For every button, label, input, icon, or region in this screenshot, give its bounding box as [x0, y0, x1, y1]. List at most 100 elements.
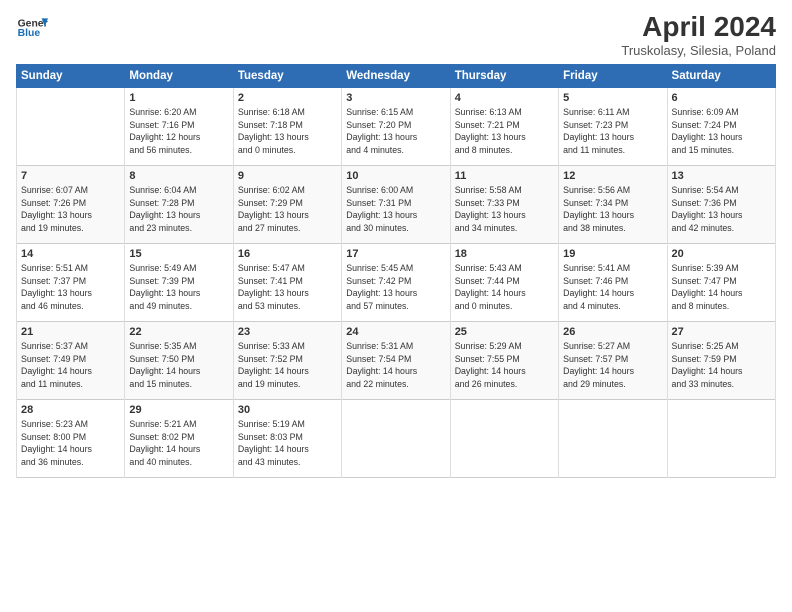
calendar-cell: 6Sunrise: 6:09 AM Sunset: 7:24 PM Daylig… [667, 87, 775, 165]
day-number: 16 [238, 248, 337, 260]
calendar-cell: 28 Sunrise: 5:23 AM Sunset: 8:00 PM Dayli… [17, 399, 125, 477]
calendar-cell: 19 Sunrise: 5:41 AM Sunset: 7:46 PM Dayli… [559, 243, 667, 321]
col-friday: Friday [559, 64, 667, 87]
header-row: Sunday Monday Tuesday Wednesday Thursday… [17, 64, 776, 87]
day-info: Sunrise: 6:00 AM Sunset: 7:31 PM Dayligh… [346, 184, 445, 235]
calendar-cell: 15 Sunrise: 5:49 AM Sunset: 7:39 PM Dayli… [125, 243, 233, 321]
calendar-cell: 30Sunrise: 5:19 AM Sunset: 8:03 PM Dayli… [233, 399, 341, 477]
col-wednesday: Wednesday [342, 64, 450, 87]
col-tuesday: Tuesday [233, 64, 341, 87]
calendar-week-3: 14Sunrise: 5:51 AM Sunset: 7:37 PM Dayli… [17, 243, 776, 321]
day-info: Sunrise: 5:33 AM Sunset: 7:52 PM Dayligh… [238, 340, 337, 391]
day-info: Sunrise: 6:11 AM Sunset: 7:23 PM Dayligh… [563, 106, 662, 157]
day-number: 22 [129, 326, 228, 338]
day-info: Sunrise: 5:25 AM Sunset: 7:59 PM Dayligh… [672, 340, 771, 391]
day-number: 2 [238, 92, 337, 104]
day-info: Sunrise: 5:45 AM Sunset: 7:42 PM Dayligh… [346, 262, 445, 313]
calendar-cell: 9 Sunrise: 6:02 AM Sunset: 7:29 PM Daylig… [233, 165, 341, 243]
calendar-cell: 18 Sunrise: 5:43 AM Sunset: 7:44 PM Dayli… [450, 243, 558, 321]
day-info: Sunrise: 5:54 AM Sunset: 7:36 PM Dayligh… [672, 184, 771, 235]
day-number: 11 [455, 170, 554, 182]
day-number: 28 [21, 404, 120, 416]
day-info: Sunrise: 6:13 AM Sunset: 7:21 PM Dayligh… [455, 106, 554, 157]
day-number: 7 [21, 170, 120, 182]
calendar-cell: 17 Sunrise: 5:45 AM Sunset: 7:42 PM Dayli… [342, 243, 450, 321]
day-number: 19 [563, 248, 662, 260]
day-info: Sunrise: 5:31 AM Sunset: 7:54 PM Dayligh… [346, 340, 445, 391]
calendar-cell: 3 Sunrise: 6:15 AM Sunset: 7:20 PM Daylig… [342, 87, 450, 165]
calendar-cell: 12 Sunrise: 5:56 AM Sunset: 7:34 PM Dayli… [559, 165, 667, 243]
day-number: 26 [563, 326, 662, 338]
day-info: Sunrise: 5:37 AM Sunset: 7:49 PM Dayligh… [21, 340, 120, 391]
calendar-cell: 22 Sunrise: 5:35 AM Sunset: 7:50 PM Dayli… [125, 321, 233, 399]
calendar-cell: 7 Sunrise: 6:07 AM Sunset: 7:26 PM Daylig… [17, 165, 125, 243]
svg-text:Blue: Blue [18, 28, 41, 39]
calendar-cell: 4 Sunrise: 6:13 AM Sunset: 7:21 PM Daylig… [450, 87, 558, 165]
day-info: Sunrise: 5:56 AM Sunset: 7:34 PM Dayligh… [563, 184, 662, 235]
calendar-cell: 23 Sunrise: 5:33 AM Sunset: 7:52 PM Dayli… [233, 321, 341, 399]
day-info: Sunrise: 5:23 AM Sunset: 8:00 PM Dayligh… [21, 418, 120, 469]
calendar-cell: 2Sunrise: 6:18 AM Sunset: 7:18 PM Daylig… [233, 87, 341, 165]
calendar-cell [450, 399, 558, 477]
calendar-cell: 24 Sunrise: 5:31 AM Sunset: 7:54 PM Dayli… [342, 321, 450, 399]
day-info: Sunrise: 6:07 AM Sunset: 7:26 PM Dayligh… [21, 184, 120, 235]
day-number: 23 [238, 326, 337, 338]
day-info: Sunrise: 5:35 AM Sunset: 7:50 PM Dayligh… [129, 340, 228, 391]
day-info: Sunrise: 5:39 AM Sunset: 7:47 PM Dayligh… [672, 262, 771, 313]
day-info: Sunrise: 6:20 AM Sunset: 7:16 PM Dayligh… [129, 106, 228, 157]
calendar-cell: 11 Sunrise: 5:58 AM Sunset: 7:33 PM Dayli… [450, 165, 558, 243]
day-number: 3 [346, 92, 445, 104]
day-number: 12 [563, 170, 662, 182]
calendar-cell: 27 Sunrise: 5:25 AM Sunset: 7:59 PM Dayli… [667, 321, 775, 399]
calendar-cell: 5 Sunrise: 6:11 AM Sunset: 7:23 PM Daylig… [559, 87, 667, 165]
calendar-week-1: 1 Sunrise: 6:20 AM Sunset: 7:16 PM Daylig… [17, 87, 776, 165]
calendar-cell: 16 Sunrise: 5:47 AM Sunset: 7:41 PM Dayli… [233, 243, 341, 321]
day-info: Sunrise: 5:19 AM Sunset: 8:03 PM Dayligh… [238, 418, 337, 469]
logo-icon: General Blue [16, 12, 48, 44]
day-number: 29 [129, 404, 228, 416]
day-info: Sunrise: 5:41 AM Sunset: 7:46 PM Dayligh… [563, 262, 662, 313]
calendar-table: Sunday Monday Tuesday Wednesday Thursday… [16, 64, 776, 478]
day-number: 14 [21, 248, 120, 260]
calendar-cell [342, 399, 450, 477]
calendar-cell: 26 Sunrise: 5:27 AM Sunset: 7:57 PM Dayli… [559, 321, 667, 399]
day-number: 1 [129, 92, 228, 104]
calendar-cell: 29 Sunrise: 5:21 AM Sunset: 8:02 PM Dayli… [125, 399, 233, 477]
day-number: 10 [346, 170, 445, 182]
day-info: Sunrise: 5:27 AM Sunset: 7:57 PM Dayligh… [563, 340, 662, 391]
calendar-cell [559, 399, 667, 477]
calendar-cell: 21Sunrise: 5:37 AM Sunset: 7:49 PM Dayli… [17, 321, 125, 399]
day-number: 13 [672, 170, 771, 182]
day-info: Sunrise: 5:58 AM Sunset: 7:33 PM Dayligh… [455, 184, 554, 235]
day-number: 4 [455, 92, 554, 104]
calendar-cell: 8 Sunrise: 6:04 AM Sunset: 7:28 PM Daylig… [125, 165, 233, 243]
header: General Blue April 2024 Truskolasy, Sile… [16, 12, 776, 58]
day-info: Sunrise: 6:04 AM Sunset: 7:28 PM Dayligh… [129, 184, 228, 235]
day-info: Sunrise: 5:29 AM Sunset: 7:55 PM Dayligh… [455, 340, 554, 391]
calendar-cell: 14Sunrise: 5:51 AM Sunset: 7:37 PM Dayli… [17, 243, 125, 321]
page: General Blue April 2024 Truskolasy, Sile… [0, 0, 792, 612]
day-info: Sunrise: 6:02 AM Sunset: 7:29 PM Dayligh… [238, 184, 337, 235]
calendar-week-2: 7 Sunrise: 6:07 AM Sunset: 7:26 PM Daylig… [17, 165, 776, 243]
day-info: Sunrise: 5:49 AM Sunset: 7:39 PM Dayligh… [129, 262, 228, 313]
day-info: Sunrise: 6:15 AM Sunset: 7:20 PM Dayligh… [346, 106, 445, 157]
day-number: 5 [563, 92, 662, 104]
day-number: 20 [672, 248, 771, 260]
col-monday: Monday [125, 64, 233, 87]
day-number: 9 [238, 170, 337, 182]
col-saturday: Saturday [667, 64, 775, 87]
calendar-week-5: 28 Sunrise: 5:23 AM Sunset: 8:00 PM Dayli… [17, 399, 776, 477]
day-number: 24 [346, 326, 445, 338]
day-number: 17 [346, 248, 445, 260]
calendar-cell: 10 Sunrise: 6:00 AM Sunset: 7:31 PM Dayli… [342, 165, 450, 243]
day-info: Sunrise: 5:43 AM Sunset: 7:44 PM Dayligh… [455, 262, 554, 313]
month-title: April 2024 [621, 12, 776, 43]
day-number: 25 [455, 326, 554, 338]
day-number: 15 [129, 248, 228, 260]
day-info: Sunrise: 5:21 AM Sunset: 8:02 PM Dayligh… [129, 418, 228, 469]
logo: General Blue [16, 12, 48, 44]
day-number: 18 [455, 248, 554, 260]
day-info: Sunrise: 5:47 AM Sunset: 7:41 PM Dayligh… [238, 262, 337, 313]
day-number: 27 [672, 326, 771, 338]
day-number: 8 [129, 170, 228, 182]
